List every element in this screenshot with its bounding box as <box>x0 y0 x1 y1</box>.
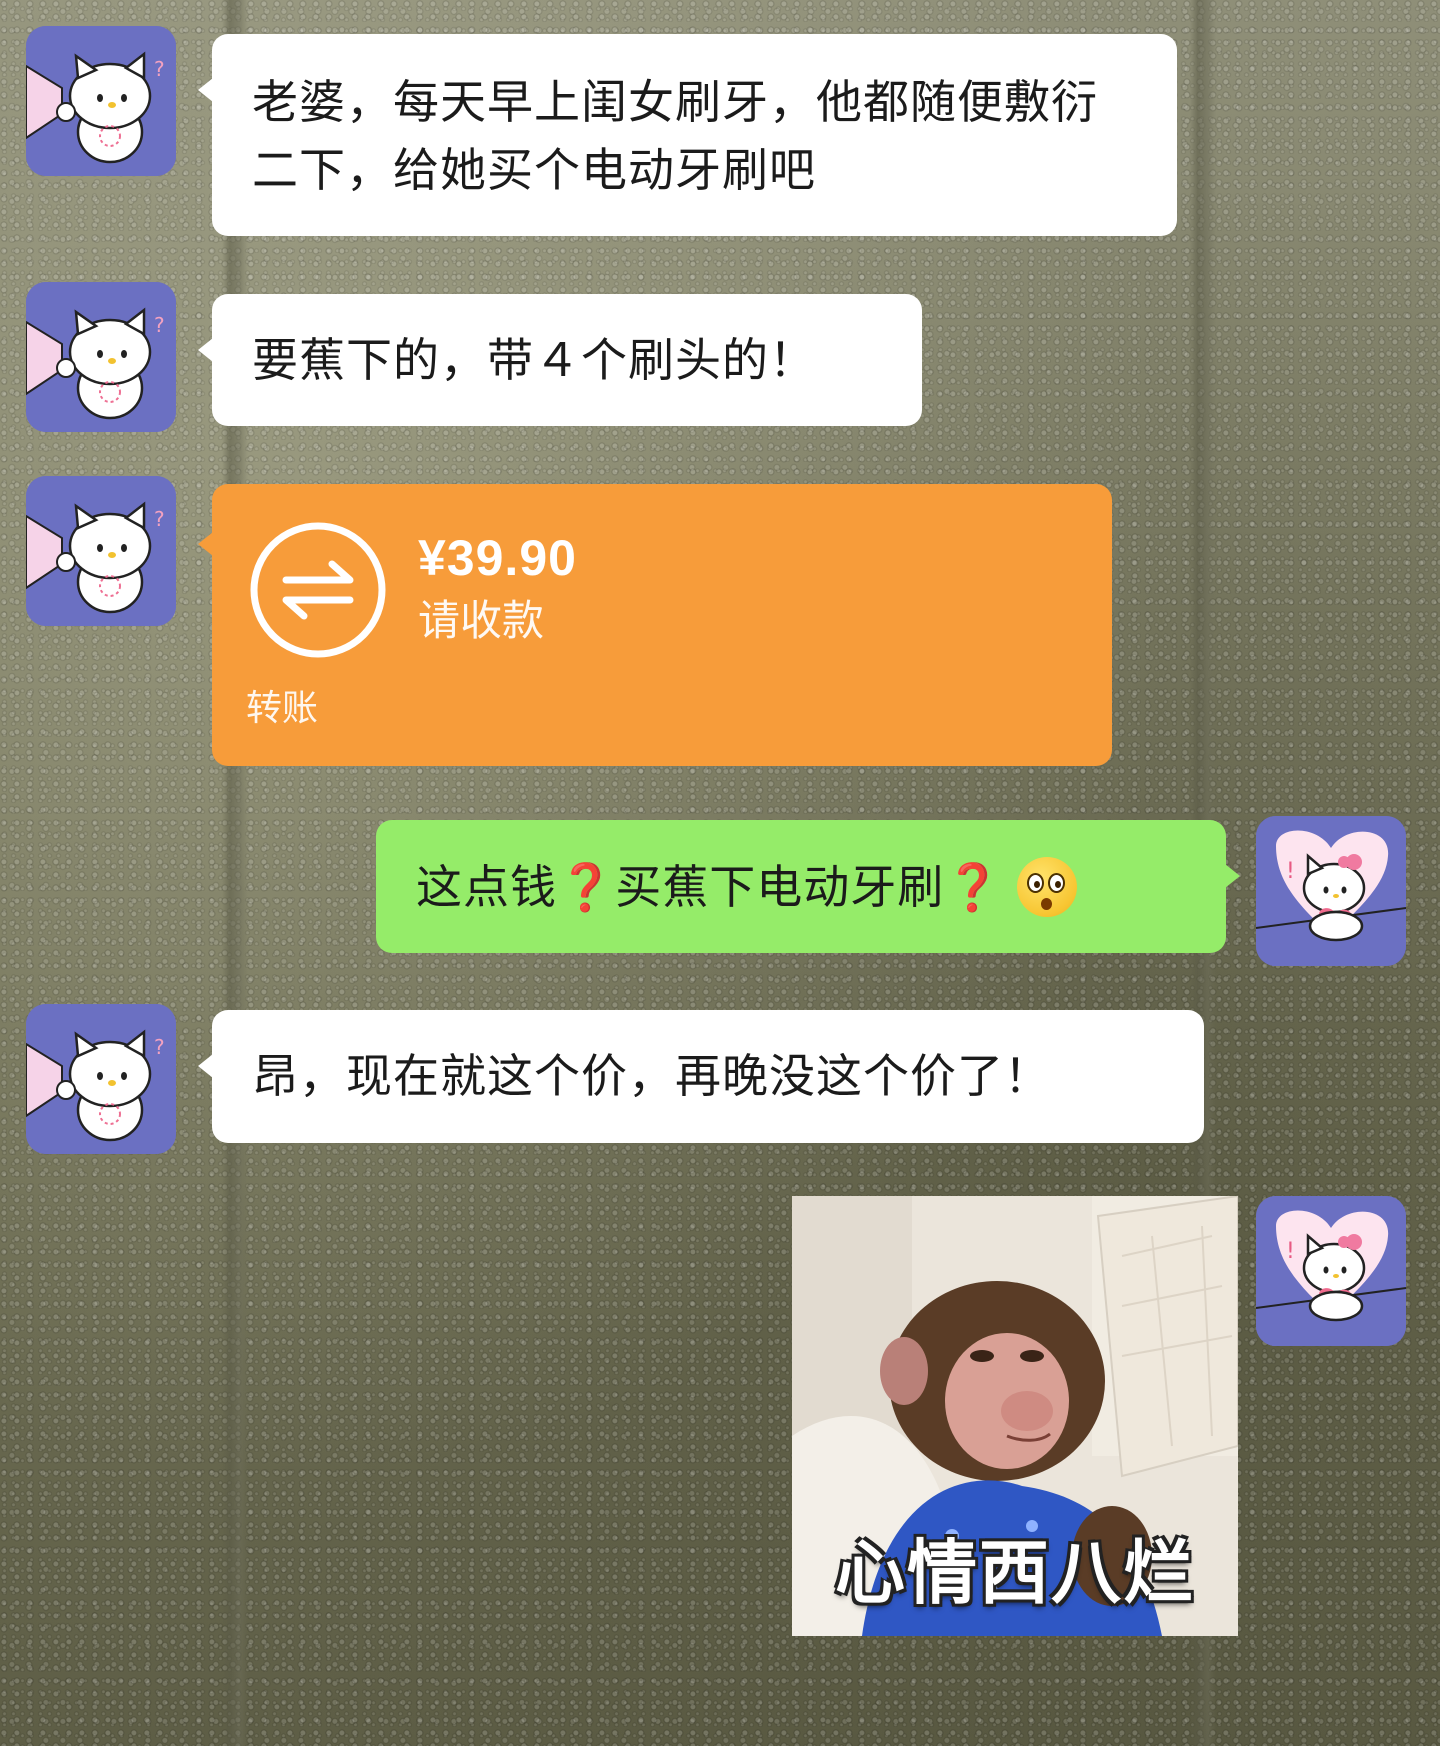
bubble-tail <box>198 78 213 102</box>
contact-avatar[interactable] <box>26 26 176 176</box>
message-bubble-incoming[interactable]: 昂，现在就这个价，再晚没这个价了！ <box>198 1010 1204 1143</box>
message-bubble-incoming[interactable]: 要蕉下的，带４个刷头的！ <box>198 294 922 426</box>
kitty-megaphone-avatar-icon <box>26 282 176 432</box>
transfer-status: 请收款 <box>418 596 545 645</box>
transfer-footer-label: 转账 <box>246 688 319 729</box>
red-question-mark-icon: ❓ <box>944 859 1003 914</box>
kitty-heart-avatar-icon <box>1256 816 1406 966</box>
contact-avatar[interactable] <box>26 476 176 626</box>
my-avatar[interactable] <box>1256 1196 1406 1346</box>
my-avatar[interactable] <box>1256 816 1406 966</box>
bubble-tail <box>198 338 213 362</box>
transfer-arrows-icon <box>250 522 386 658</box>
monkey-sticker-image[interactable]: 心情西八烂 <box>792 1196 1238 1636</box>
message-text: 老婆，每天早上闺女刷牙，他都随便敷衍二下，给她买个电动牙刷吧 <box>252 75 1098 197</box>
transfer-card[interactable]: ¥39.90 请收款 转账 <box>198 484 1112 766</box>
water-streak <box>222 0 248 1746</box>
bubble-tail <box>198 532 213 556</box>
message-bubble-incoming[interactable]: 老婆，每天早上闺女刷牙，他都随便敷衍二下，给她买个电动牙刷吧 <box>198 34 1177 236</box>
bubble-tail <box>1225 864 1240 888</box>
transfer-amount: ¥39.90 <box>418 530 577 586</box>
message-text: 这点钱 <box>416 859 557 914</box>
message-text: 要蕉下的，带４个刷头的！ <box>252 333 816 387</box>
kitty-megaphone-avatar-icon <box>26 26 176 176</box>
kitty-heart-avatar-icon <box>1256 1196 1406 1346</box>
kitty-megaphone-avatar-icon <box>26 1004 176 1154</box>
message-text: 昂，现在就这个价，再晚没这个价了！ <box>252 1049 1051 1103</box>
sticker-caption: 心情西八烂 <box>835 1532 1195 1614</box>
kitty-megaphone-avatar-icon <box>26 476 176 626</box>
bubble-tail <box>198 1054 213 1078</box>
message-bubble-outgoing[interactable]: 这点钱 ❓ 买蕉下电动牙刷 ❓ <box>376 820 1240 953</box>
flushed-face-emoji-icon <box>1016 856 1077 917</box>
red-question-mark-icon: ❓ <box>557 859 616 914</box>
message-text: 买蕉下电动牙刷 <box>615 859 945 914</box>
contact-avatar[interactable] <box>26 1004 176 1154</box>
contact-avatar[interactable] <box>26 282 176 432</box>
